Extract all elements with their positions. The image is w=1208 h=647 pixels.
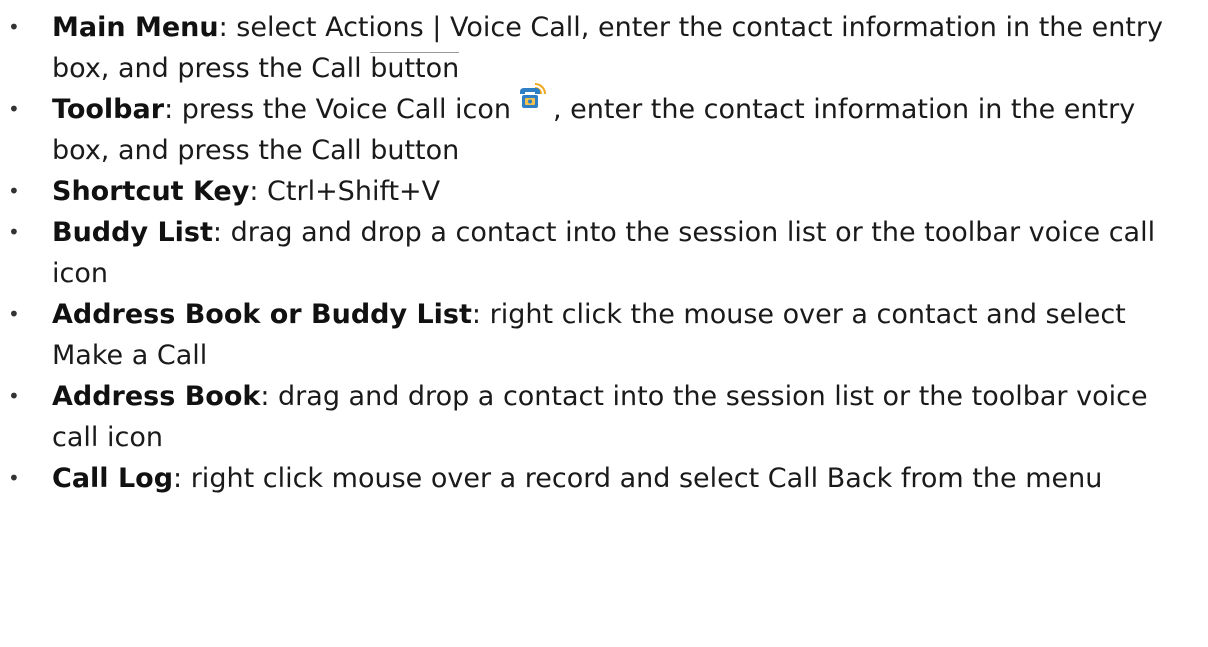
voice-call-phone-icon xyxy=(517,82,547,112)
term-main-menu: Main Menu xyxy=(52,12,219,43)
list-item-shortcut-key: Shortcut Key: Ctrl+Shift+V xyxy=(0,171,1208,212)
list-item-address-book-or-buddy-list: Address Book or Buddy List: right click … xyxy=(0,294,1208,376)
term-shortcut-key: Shortcut Key xyxy=(52,176,250,207)
description-toolbar-part-1: : press the Voice Call icon xyxy=(164,94,512,125)
list-item-call-log: Call Log: right click mouse over a recor… xyxy=(0,458,1208,499)
description-call-log: : right click mouse over a record and se… xyxy=(173,463,1103,494)
description-buddy-list: : drag and drop a contact into the sessi… xyxy=(52,217,1156,289)
description-shortcut-key: : Ctrl+Shift+V xyxy=(249,176,441,207)
term-address-book-or-buddy-list: Address Book or Buddy List xyxy=(52,299,472,330)
list-item-main-menu: Main Menu: select Actions | Voice Call, … xyxy=(0,7,1208,89)
term-buddy-list: Buddy List xyxy=(52,217,213,248)
term-call-log: Call Log xyxy=(52,463,174,494)
list-item-address-book: Address Book: drag and drop a contact in… xyxy=(0,376,1208,458)
document: Main Menu: select Actions | Voice Call, … xyxy=(0,0,1208,499)
term-toolbar: Toolbar xyxy=(52,94,165,125)
underlined-word: button xyxy=(370,52,460,84)
list-item-buddy-list: Buddy List: drag and drop a contact into… xyxy=(0,212,1208,294)
description-main-menu: : select Actions | Voice Call, enter the… xyxy=(52,12,1163,84)
term-address-book: Address Book xyxy=(52,381,261,412)
voice-call-methods-list: Main Menu: select Actions | Voice Call, … xyxy=(0,7,1208,499)
list-item-toolbar: Toolbar: press the Voice Call icon , ent… xyxy=(0,83,1208,171)
